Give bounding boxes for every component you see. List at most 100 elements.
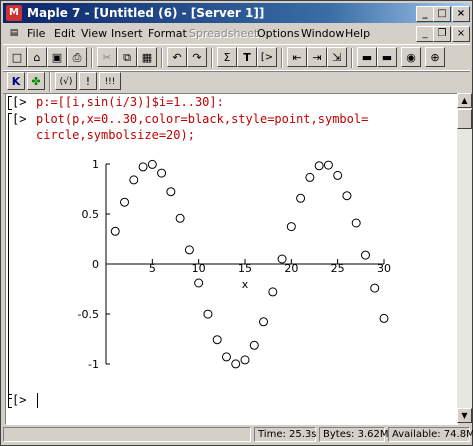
maple-window: M Maple 7 - [Untitled (6) - [Server 1]] … bbox=[0, 0, 473, 446]
y-tick-label: 1 bbox=[92, 158, 99, 171]
insert-prompt-button[interactable]: [> bbox=[257, 47, 277, 67]
maple-app-icon[interactable]: M bbox=[6, 5, 22, 21]
window-title: Maple 7 - [Untitled (6) - [Server 1]] bbox=[27, 6, 265, 20]
data-point bbox=[212, 335, 222, 345]
data-point bbox=[184, 245, 194, 255]
data-point bbox=[249, 340, 259, 350]
prompt-2: [> bbox=[12, 112, 27, 126]
data-point bbox=[351, 218, 361, 228]
prompt-3: [> bbox=[12, 393, 27, 407]
command-line-1[interactable]: p:=[[i,sin(i/3)]$i=1..30]: bbox=[36, 95, 224, 109]
vertical-scrollbar[interactable]: ▲ ▼ bbox=[457, 93, 472, 423]
data-point bbox=[157, 168, 167, 178]
data-point bbox=[342, 191, 352, 201]
status-bar: Time: 25.3s Bytes: 3.62M Available: 74.8… bbox=[3, 427, 473, 443]
maximize-button[interactable]: □ bbox=[433, 6, 451, 22]
menu-format[interactable]: Format bbox=[148, 27, 187, 40]
y-tick-label: -1 bbox=[88, 358, 99, 371]
leaf-icon[interactable]: ✤ bbox=[27, 72, 45, 90]
menu-options[interactable]: Options bbox=[257, 27, 299, 40]
document-icon[interactable]: ▤ bbox=[6, 25, 22, 41]
indent-left-icon[interactable]: ⇤ bbox=[287, 47, 307, 67]
stop-icon[interactable]: ◉ bbox=[401, 47, 421, 67]
paste-icon[interactable]: ▦ bbox=[137, 47, 157, 67]
doc-restore-button[interactable]: ❐ bbox=[433, 26, 451, 42]
y-tick-label: 0 bbox=[92, 258, 99, 271]
exec-button[interactable]: ! bbox=[79, 72, 97, 90]
scroll-up-icon[interactable]: ▲ bbox=[457, 93, 472, 108]
status-time: Time: 25.3s bbox=[254, 427, 317, 442]
data-point bbox=[110, 226, 120, 236]
close-button[interactable]: × bbox=[452, 6, 470, 22]
menu-spreadsheet[interactable]: Spreadsheet bbox=[189, 27, 258, 40]
zoom-out-icon[interactable]: ▬ bbox=[357, 47, 377, 67]
new-file-icon[interactable]: □ bbox=[7, 47, 27, 67]
data-point bbox=[138, 162, 148, 172]
redo-icon[interactable]: ↷ bbox=[187, 47, 207, 67]
execute-icon[interactable]: ⇲ bbox=[327, 47, 347, 67]
data-point bbox=[379, 313, 389, 323]
data-point bbox=[231, 359, 241, 369]
data-point bbox=[286, 222, 296, 232]
x-tick-label: 5 bbox=[149, 262, 156, 275]
maple-input-button[interactable]: K bbox=[7, 72, 25, 90]
data-point bbox=[333, 170, 343, 180]
minimize-button[interactable]: _ bbox=[416, 6, 434, 22]
doc-minimize-button[interactable]: _ bbox=[416, 26, 434, 42]
menu-view[interactable]: View bbox=[81, 27, 107, 40]
sigma-button[interactable]: Σ bbox=[217, 47, 237, 67]
data-point bbox=[277, 254, 287, 264]
text-cursor bbox=[37, 393, 38, 408]
status-bytes: Bytes: 3.62M bbox=[319, 427, 389, 442]
title-bar[interactable]: M Maple 7 - [Untitled (6) - [Server 1]] … bbox=[3, 3, 470, 23]
x-tick-label: 25 bbox=[331, 262, 345, 275]
x-axis-label: x bbox=[242, 278, 249, 291]
menu-insert[interactable]: Insert bbox=[111, 27, 143, 40]
data-point bbox=[323, 160, 333, 170]
doc-close-button[interactable]: × bbox=[452, 26, 470, 42]
exec-all-button[interactable]: !!! bbox=[99, 72, 121, 90]
print-icon[interactable]: ⎙ bbox=[67, 47, 87, 67]
main-toolbar: □ ⌂ ▣ ⎙ ✂ ⧉ ▦ ↶ ↷ Σ T [> ⇤ ⇥ ⇲ ▬ ▬ ◉ ⊕ bbox=[3, 44, 470, 72]
cut-icon[interactable]: ✂ bbox=[97, 47, 117, 67]
data-point bbox=[194, 278, 204, 288]
x-tick-label: 20 bbox=[284, 262, 298, 275]
menu-help[interactable]: Help bbox=[345, 27, 370, 40]
data-point bbox=[259, 317, 269, 327]
data-point bbox=[203, 309, 213, 319]
zoom-normal-icon[interactable]: ▬ bbox=[377, 47, 397, 67]
data-point bbox=[314, 161, 324, 171]
data-point bbox=[305, 172, 315, 182]
data-point bbox=[240, 355, 250, 365]
x-tick-label: 30 bbox=[377, 262, 391, 275]
data-point bbox=[175, 213, 185, 223]
x-tick-label: 10 bbox=[192, 262, 206, 275]
restart-icon[interactable]: ⊕ bbox=[425, 47, 445, 67]
data-point bbox=[221, 352, 231, 362]
status-message bbox=[3, 427, 251, 442]
command-line-2-cont[interactable]: circle,symbolsize=20); bbox=[36, 128, 195, 142]
data-point bbox=[120, 197, 130, 207]
menu-window[interactable]: Window bbox=[301, 27, 344, 40]
text-button[interactable]: T bbox=[237, 47, 257, 67]
scatter-plot[interactable]: 5 10 15 20 25 30 1 0.5 0 -0.5 -1 x bbox=[76, 154, 396, 374]
data-point bbox=[129, 175, 139, 185]
save-icon[interactable]: ▣ bbox=[47, 47, 67, 67]
undo-icon[interactable]: ↶ bbox=[167, 47, 187, 67]
open-folder-icon[interactable]: ⌂ bbox=[27, 47, 47, 67]
menu-bar: ▤ File Edit View Insert Format Spreadshe… bbox=[3, 25, 470, 43]
x-tick-label: 15 bbox=[238, 262, 252, 275]
indent-right-icon[interactable]: ⇥ bbox=[307, 47, 327, 67]
context-toolbar: K ✤ (√) ! !!! bbox=[3, 70, 470, 94]
scroll-thumb[interactable] bbox=[457, 109, 472, 129]
worksheet[interactable]: [> p:=[[i,sin(i/3)]$i=1..30]: [> plot(p,… bbox=[5, 93, 458, 425]
data-point bbox=[147, 159, 157, 169]
menu-file[interactable]: File bbox=[27, 27, 45, 40]
data-point bbox=[268, 287, 278, 297]
command-line-2[interactable]: plot(p,x=0..30,color=black,style=point,s… bbox=[36, 112, 368, 126]
expression-button[interactable]: (√) bbox=[55, 72, 77, 90]
y-tick-label: -0.5 bbox=[78, 308, 99, 321]
menu-edit[interactable]: Edit bbox=[54, 27, 75, 40]
copy-icon[interactable]: ⧉ bbox=[117, 47, 137, 67]
scroll-down-icon[interactable]: ▼ bbox=[457, 408, 472, 423]
